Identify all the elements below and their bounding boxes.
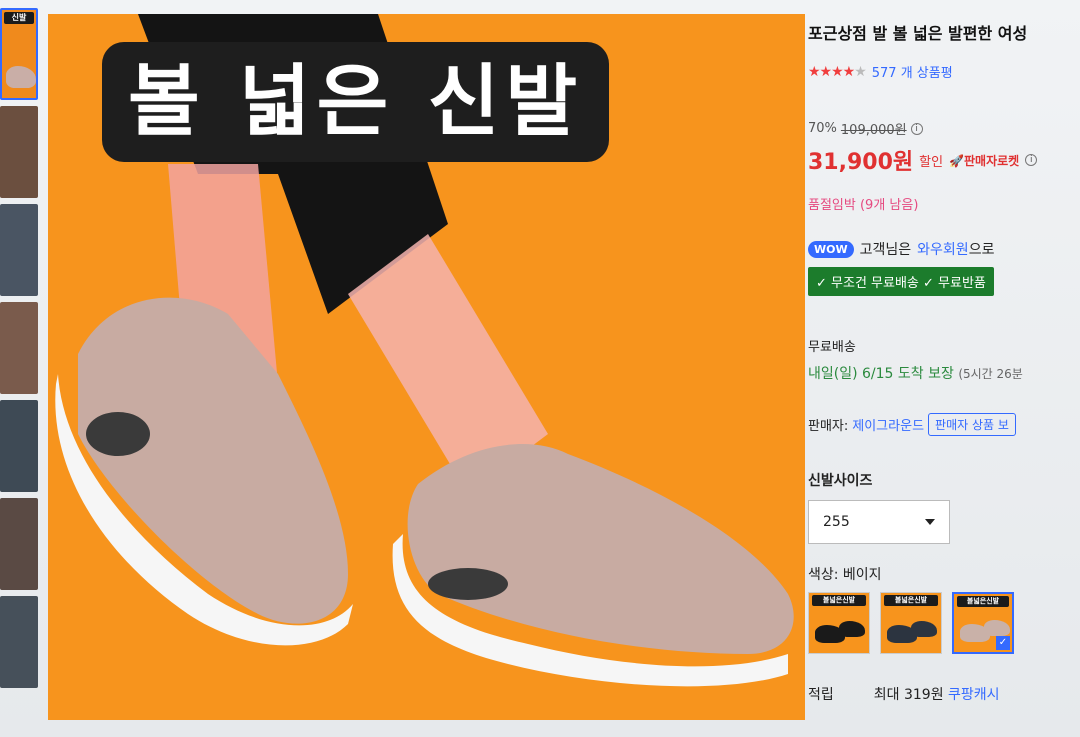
thumbnail-item[interactable] — [0, 302, 38, 394]
sale-price-row: 31,900원 할인 🚀판매자로켓 i — [808, 144, 1080, 176]
thumbnail-item[interactable] — [0, 204, 38, 296]
rating-stars: ★★★★★ — [808, 63, 867, 80]
wow-text-suffix: 으로 — [968, 242, 995, 258]
thumbnail-shoe — [6, 66, 36, 88]
info-icon[interactable]: i — [910, 122, 923, 135]
info-icon[interactable]: i — [1025, 154, 1038, 166]
sale-price: 31,900원 — [808, 150, 914, 175]
swatch-shoe — [911, 621, 937, 637]
wow-badge: WOW — [808, 240, 854, 258]
delivery-time-left: (5시간 26분 — [958, 367, 1023, 381]
discount-rate: 70% — [808, 121, 837, 136]
thumbnail-item[interactable] — [0, 498, 38, 590]
shoe-left-air — [86, 412, 150, 456]
coupang-cash-link[interactable]: 쿠팡캐시 — [948, 687, 1000, 703]
discount-label: 할인 — [919, 154, 944, 170]
rating-row: ★★★★★ 577 개 상품평 — [808, 62, 1080, 82]
color-swatch-black[interactable]: 볼넓은신발 — [808, 592, 870, 654]
shoe-right-upper — [407, 444, 794, 654]
thumbnail-strip: 신발 — [0, 8, 40, 728]
size-select[interactable]: 255 — [808, 500, 950, 544]
thumbnail-item[interactable] — [0, 400, 38, 492]
swatch-label: 볼넓은신발 — [812, 595, 866, 606]
points-row: 적립 최대 319원 쿠팡캐시 — [808, 684, 1080, 704]
points-label: 적립 — [808, 687, 834, 703]
shoe-left-upper — [78, 297, 348, 624]
thumbnail-item[interactable] — [0, 596, 38, 688]
thumbnail-item[interactable] — [0, 106, 38, 198]
seller-label: 판매자: — [808, 419, 849, 434]
seller-products-button[interactable]: 판매자 상품 보 — [928, 413, 1016, 436]
swatch-shoe — [984, 620, 1010, 636]
original-price-row: 70% 109,000원 i — [808, 119, 1080, 138]
wow-row: WOW 고객님은 와우회원 으로 — [808, 239, 1080, 259]
wow-text-prefix: 고객님은 — [859, 242, 912, 258]
product-info-panel: 포근상점 발 볼 넓은 발편한 여성 ★★★★★ 577 개 상품평 70% 1… — [800, 10, 1080, 737]
check-icon: ✓ — [996, 636, 1010, 650]
product-title: 포근상점 발 볼 넓은 발편한 여성 — [808, 24, 1028, 43]
screen: 신발 볼 넓은 신발 포근상점 발 볼 넓은 발편한 여성 ★★★★★ 577 … — [0, 0, 1080, 737]
color-swatch-navy[interactable]: 볼넓은신발 — [880, 592, 942, 654]
seller-name-link[interactable]: 제이그라운드 — [852, 415, 924, 434]
product-main-image[interactable]: 볼 넓은 신발 — [48, 14, 805, 720]
swatch-label: 볼넓은신발 — [884, 595, 938, 606]
shipping-label: 무료배송 — [808, 340, 856, 355]
seller-row: 판매자: 제이그라운드 판매자 상품 보 — [808, 413, 1080, 436]
shipping-date: 내일(일) 6/15 도착 보장 (5시간 26분 — [808, 363, 1080, 383]
swatch-label: 볼넓은신발 — [957, 596, 1009, 607]
color-swatches: 볼넓은신발 볼넓은신발 볼넓은신발 ✓ — [808, 592, 1080, 654]
original-price: 109,000원 — [840, 123, 907, 138]
review-count-link[interactable]: 577 개 상품평 — [872, 62, 953, 81]
points-max-text: 최대 319원 — [873, 687, 944, 703]
wow-member-link[interactable]: 와우회원 — [917, 239, 969, 259]
delivery-date: 내일(일) 6/15 도착 보장 — [808, 366, 954, 382]
thumbnail-label: 신발 — [4, 12, 34, 24]
size-selected-value: 255 — [823, 514, 850, 530]
points-max: 최대 319원 쿠팡캐시 — [874, 684, 1000, 704]
swatch-shoe — [839, 621, 865, 637]
wow-benefits-badge: ✓ 무조건 무료배송 ✓ 무료반품 — [808, 267, 994, 296]
color-label: 색상: 베이지 — [808, 567, 882, 583]
size-label: 신발사이즈 — [808, 473, 873, 489]
image-overlay-title: 볼 넓은 신발 — [102, 42, 610, 162]
chevron-down-icon — [925, 519, 935, 525]
shoe-right-air — [428, 568, 508, 600]
seller-rocket-badge: 🚀판매자로켓 — [949, 153, 1020, 168]
stock-notice: 품절임박 (9개 남음) — [808, 198, 919, 213]
color-swatch-beige[interactable]: 볼넓은신발 ✓ — [952, 592, 1014, 654]
thumbnail-item[interactable]: 신발 — [0, 8, 38, 100]
